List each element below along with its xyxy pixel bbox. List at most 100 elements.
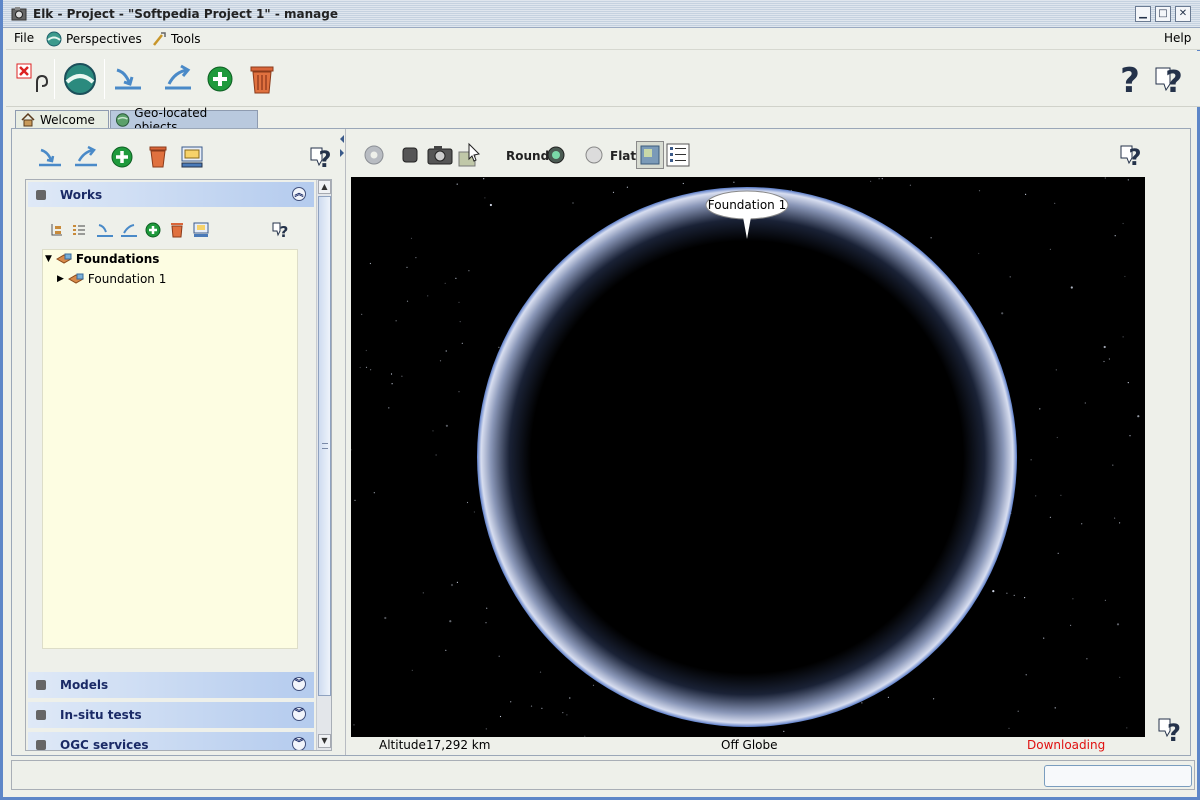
star <box>733 181 735 183</box>
models-header[interactable]: Models ︾ <box>28 672 314 698</box>
star <box>415 257 417 259</box>
star <box>1006 592 1008 594</box>
expand-icon[interactable]: ︾ <box>292 737 306 750</box>
star <box>391 383 393 385</box>
snapshot-button[interactable] <box>426 141 454 169</box>
expand-icon[interactable]: ︾ <box>292 677 306 691</box>
works-add-button[interactable] <box>144 221 162 239</box>
models-bullet-icon <box>36 680 46 690</box>
menu-file[interactable]: File <box>14 31 34 45</box>
help-button[interactable]: ? <box>1112 61 1148 97</box>
context-help-button[interactable]: ? <box>1152 61 1188 97</box>
left-export-button[interactable] <box>72 143 100 171</box>
add-icon <box>111 146 133 168</box>
works-title: Works <box>60 188 103 202</box>
star <box>510 701 512 703</box>
ogc-header[interactable]: OGC services ︾ <box>28 732 314 750</box>
star <box>1001 312 1004 315</box>
star <box>422 592 424 594</box>
panel-splitter[interactable] <box>338 129 346 755</box>
tab-welcome[interactable]: Welcome <box>15 110 109 128</box>
round-radio[interactable] <box>542 141 570 169</box>
minimize-button[interactable]: ▁ <box>1135 6 1151 22</box>
works-import-button[interactable] <box>96 221 114 239</box>
star <box>450 583 454 587</box>
star <box>909 184 912 186</box>
left-import-button[interactable] <box>36 143 64 171</box>
close-project-icon <box>16 63 49 92</box>
close-button[interactable]: ✕ <box>1175 6 1191 22</box>
globe-help-button[interactable]: ? <box>1118 141 1146 169</box>
star <box>365 366 368 368</box>
star <box>365 349 367 352</box>
tree-item-foundation-1[interactable]: ▶ Foundation 1 <box>57 270 166 288</box>
insitu-header[interactable]: In-situ tests ︾ <box>28 702 314 728</box>
globe-canvas[interactable]: Foundation 1 <box>351 177 1145 737</box>
export-button[interactable] <box>160 61 196 97</box>
add-button[interactable] <box>202 61 238 97</box>
star <box>435 454 437 456</box>
ogc-bullet-icon <box>36 740 46 750</box>
works-export-button[interactable] <box>120 221 138 239</box>
works-header[interactable]: Works ︽ <box>28 182 314 208</box>
star <box>485 622 487 624</box>
close-project-button[interactable] <box>14 61 50 97</box>
left-help-button[interactable]: ? <box>308 143 336 171</box>
placemark-label: Foundation 1 <box>708 198 786 212</box>
star <box>626 186 628 188</box>
wrench-icon <box>153 32 166 46</box>
left-add-button[interactable] <box>108 143 136 171</box>
stop-button[interactable] <box>396 141 424 169</box>
tab-geo-located-objects[interactable]: Geo-located objects <box>110 106 258 134</box>
navigate-button[interactable] <box>456 141 484 169</box>
star <box>1122 336 1124 338</box>
altitude-label: Altitude <box>379 738 426 752</box>
menu-tools[interactable]: Tools <box>151 31 201 47</box>
left-properties-button[interactable] <box>178 143 206 171</box>
star <box>1060 494 1062 496</box>
expand-tree-button[interactable] <box>48 221 66 239</box>
works-delete-button[interactable] <box>168 221 186 239</box>
star <box>458 301 460 303</box>
settings-button[interactable] <box>360 141 388 169</box>
collapsed-arrow-icon[interactable]: ▶ <box>57 274 64 284</box>
add-icon <box>145 222 161 238</box>
collapse-icon[interactable]: ︽ <box>292 187 306 201</box>
layer-list-button[interactable] <box>664 141 692 169</box>
tree-item-foundations[interactable]: ▼ Foundations <box>45 250 159 268</box>
star <box>498 346 500 348</box>
star <box>861 702 863 704</box>
svg-text:?: ? <box>1167 719 1181 745</box>
star <box>1124 275 1126 278</box>
flat-radio[interactable] <box>580 141 608 169</box>
expanded-arrow-icon[interactable]: ▼ <box>45 254 52 264</box>
delete-button[interactable] <box>244 61 280 97</box>
import-button[interactable] <box>110 61 146 97</box>
gear-icon <box>364 145 384 165</box>
star <box>388 407 390 409</box>
splitter-arrows-icon[interactable] <box>338 133 346 163</box>
left-delete-button[interactable] <box>144 143 172 171</box>
side-help-button[interactable]: ? <box>1158 715 1184 747</box>
works-help-button[interactable]: ? <box>272 221 290 239</box>
menu-help[interactable]: Help <box>1164 31 1191 45</box>
list-view-button[interactable] <box>70 221 88 239</box>
star <box>1104 177 1106 179</box>
scroll-thumb[interactable] <box>318 196 331 696</box>
works-properties-button[interactable] <box>192 221 210 239</box>
perspectives-icon <box>46 31 62 47</box>
maximize-button[interactable]: □ <box>1155 6 1171 22</box>
scroll-up-arrow[interactable]: ▲ <box>318 180 331 194</box>
vertical-scrollbar[interactable]: ▲ ▼ <box>316 180 331 750</box>
globe-viewport[interactable]: Foundation 1 <box>351 177 1145 737</box>
star <box>1017 710 1019 712</box>
star <box>456 183 458 185</box>
layers-button[interactable] <box>636 141 664 169</box>
menu-perspectives[interactable]: Perspectives <box>46 31 142 47</box>
home-icon <box>21 112 35 126</box>
app-icon <box>11 7 27 21</box>
expand-icon[interactable]: ︾ <box>292 707 306 721</box>
star <box>351 449 352 451</box>
scroll-down-arrow[interactable]: ▼ <box>318 734 331 748</box>
perspective-button[interactable] <box>62 61 98 97</box>
